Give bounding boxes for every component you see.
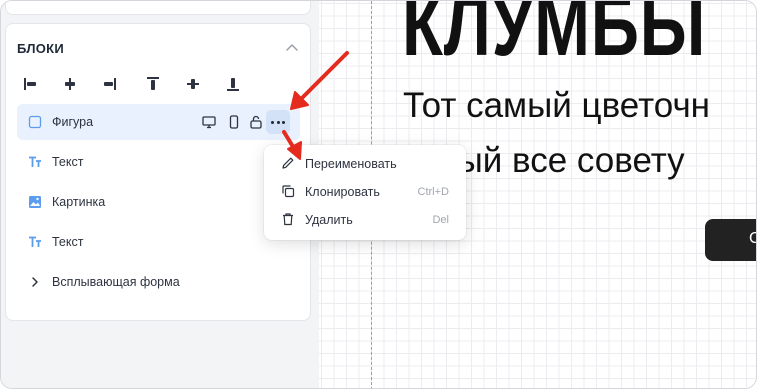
layer-label: Текст: [52, 155, 84, 169]
layer-label: Всплывающая форма: [52, 275, 180, 289]
menu-item-shortcut: Del: [432, 214, 449, 226]
previous-panel-edge: [5, 1, 311, 15]
canvas-cta-label: С: [749, 230, 756, 248]
align-bottom-icon[interactable]: [225, 76, 241, 92]
mobile-icon[interactable]: [227, 115, 241, 129]
clone-icon: [282, 185, 295, 198]
menu-item-label: Клонировать: [305, 185, 380, 199]
square-shape-icon: [28, 115, 42, 129]
panel-title: БЛОКИ: [17, 41, 65, 56]
layer-item-text[interactable]: Текст: [17, 144, 300, 180]
layer-item-shape[interactable]: Фигура: [17, 104, 300, 140]
menu-item-clone[interactable]: Клонировать Ctrl+D: [264, 179, 466, 205]
layer-label: Картинка: [52, 195, 106, 209]
canvas-subtitle-line[interactable]: Тот самый цветочн: [403, 86, 710, 126]
layer-label: Текст: [52, 235, 84, 249]
chevron-up-icon[interactable]: [285, 41, 299, 55]
app-window: БЛОКИ Фигура Текст Картинка Текст Всплыв…: [0, 0, 757, 389]
context-menu: Переименовать Клонировать Ctrl+D Удалить…: [264, 145, 466, 240]
pencil-icon: [282, 157, 294, 169]
align-top-icon[interactable]: [145, 76, 161, 92]
menu-item-shortcut: Ctrl+D: [417, 186, 449, 198]
menu-item-delete[interactable]: Удалить Del: [264, 207, 466, 233]
text-icon: [29, 156, 41, 167]
menu-item-rename[interactable]: Переименовать: [264, 151, 466, 177]
menu-item-label: Переименовать: [305, 157, 397, 171]
align-center-horizontal-icon[interactable]: [62, 76, 78, 92]
desktop-icon[interactable]: [202, 115, 216, 129]
align-right-icon[interactable]: [102, 76, 118, 92]
more-options-button[interactable]: [266, 110, 290, 134]
image-icon: [29, 196, 41, 208]
align-middle-vertical-icon[interactable]: [185, 76, 201, 92]
text-icon: [29, 236, 41, 247]
layer-item-text[interactable]: Текст: [17, 224, 300, 260]
layer-label: Фигура: [52, 115, 94, 129]
canvas-heading[interactable]: КЛУМБЫ: [402, 1, 706, 76]
chevron-right-icon[interactable]: [28, 275, 42, 289]
align-left-icon[interactable]: [22, 76, 38, 92]
unlock-icon[interactable]: [249, 115, 263, 129]
menu-item-label: Удалить: [305, 213, 353, 227]
layer-item-popup-form[interactable]: Всплывающая форма: [17, 264, 300, 300]
layer-item-image[interactable]: Картинка: [17, 184, 300, 220]
trash-icon: [283, 213, 293, 226]
